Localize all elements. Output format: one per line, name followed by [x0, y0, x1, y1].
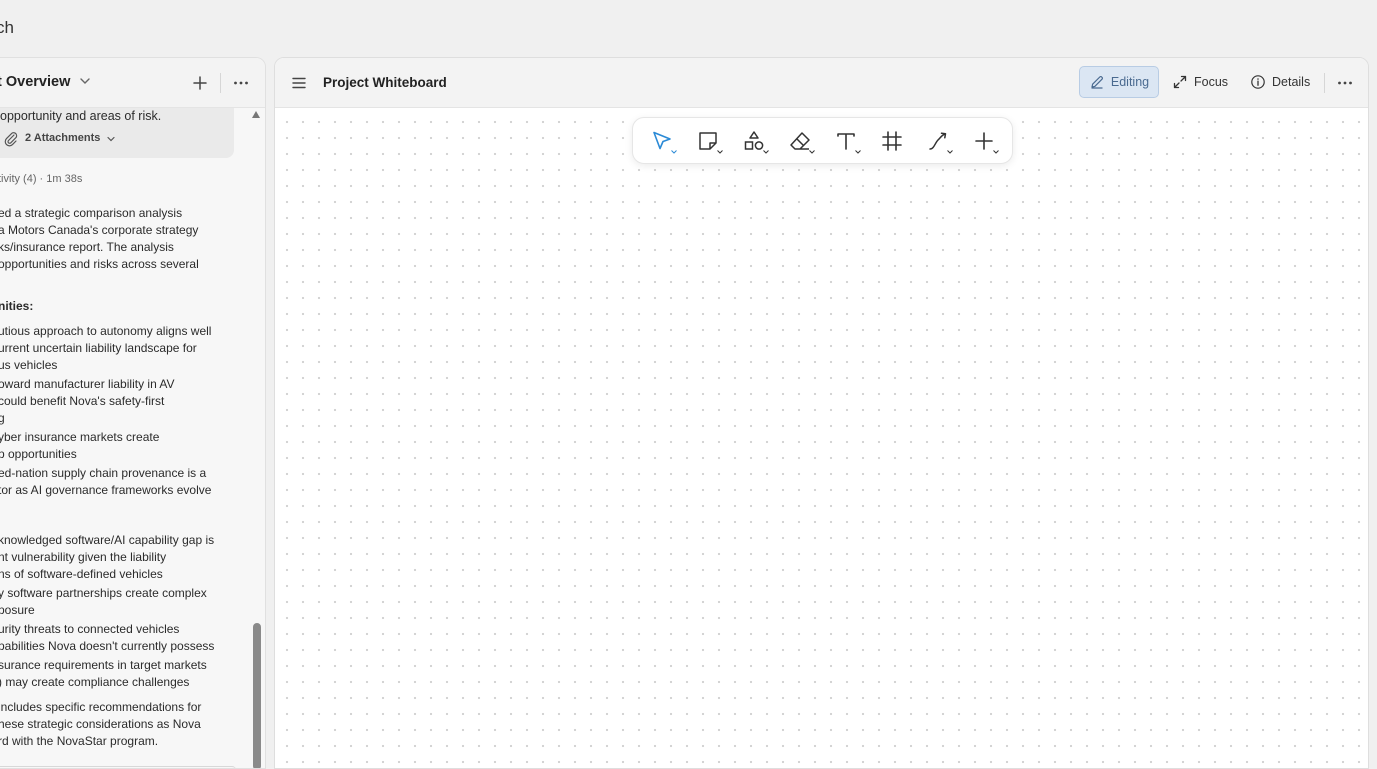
opportunities-heading: nities:	[0, 299, 34, 313]
text-line: knowledged software/AI capability gap is	[0, 533, 215, 547]
text-line: utious approach to autonomy aligns well	[0, 324, 212, 338]
chevron-down-icon[interactable]	[78, 74, 92, 88]
chevron-down-icon	[107, 136, 115, 141]
details-label: Details	[1272, 75, 1311, 89]
text-line: a Motors Canada's corporate strategy	[0, 223, 199, 237]
text-line: ed-nation supply chain provenance is a	[0, 466, 207, 480]
shapes-tool[interactable]	[737, 126, 771, 156]
editing-label: Editing	[1110, 75, 1150, 89]
sticky-note-tool[interactable]	[691, 126, 725, 156]
info-icon	[1251, 75, 1265, 89]
chevron-down-icon	[947, 150, 953, 154]
text-line: g	[0, 410, 5, 427]
chevron-down-icon	[855, 150, 861, 154]
text-line: opportunities and risks across several	[0, 257, 199, 271]
activity-summary[interactable]: tivity (4) · 1m 38s	[0, 171, 82, 188]
whiteboard-canvas[interactable]	[275, 108, 1368, 768]
chevron-down-icon	[671, 150, 677, 154]
attachments-toggle[interactable]: 2 Attachments	[3, 130, 116, 147]
connector-tool[interactable]	[921, 126, 955, 156]
app-title: ch	[0, 18, 14, 37]
whiteboard-title: Project Whiteboard	[323, 75, 447, 90]
text-line: ) may create compliance challenges	[0, 675, 190, 689]
header-divider	[1324, 73, 1325, 93]
text-line: hese strategic considerations as Nova	[0, 717, 201, 731]
details-button[interactable]: Details	[1250, 66, 1310, 98]
text-line: ed a strategic comparison analysis	[0, 206, 183, 220]
chat-content: opportunity and areas of risk. 2 Attachm…	[0, 108, 250, 768]
focus-button[interactable]: Focus	[1172, 66, 1228, 98]
left-panel: t Overview opportunity and areas of risk…	[0, 57, 266, 769]
drawing-toolbar	[632, 117, 1013, 164]
text-line: us vehicles	[0, 358, 58, 372]
text-line: includes specific recommendations for	[0, 700, 202, 714]
text-line: could benefit Nova's safety-first	[0, 394, 165, 408]
text-line: rd with the NovaStar program.	[0, 734, 159, 748]
text-line: posure	[0, 603, 35, 617]
text-line: surance requirements in target markets	[0, 658, 207, 672]
hamburger-menu-icon[interactable]	[290, 74, 308, 92]
text-line: yber insurance markets create	[0, 430, 160, 444]
scrollbar-thumb[interactable]	[253, 623, 261, 768]
chevron-down-icon	[993, 150, 999, 154]
chevron-down-icon	[717, 150, 723, 154]
text-line: urity threats to connected vehicles	[0, 622, 180, 636]
top-bar: ch	[0, 0, 1377, 57]
whiteboard-header: Project Whiteboard Editing Focus Details	[275, 58, 1368, 108]
header-divider	[220, 73, 221, 93]
eraser-tool[interactable]	[783, 126, 817, 156]
left-panel-header: t Overview	[0, 58, 265, 108]
paperclip-icon	[4, 131, 18, 146]
panel-title[interactable]: t Overview	[0, 74, 70, 90]
text-line: p opportunities	[0, 447, 77, 461]
text-line: tor as AI governance frameworks evolve	[0, 483, 212, 497]
text-line: urrent uncertain liability landscape for	[0, 341, 197, 355]
add-tool[interactable]	[967, 126, 1001, 156]
chevron-down-icon	[809, 150, 815, 154]
more-options-icon[interactable]	[231, 73, 251, 93]
text-line: ns of software-defined vehicles	[0, 567, 163, 581]
focus-label: Focus	[1194, 75, 1229, 89]
expand-icon	[1173, 75, 1187, 89]
more-options-icon[interactable]	[1335, 73, 1355, 93]
text-line: pabilities Nova doesn't currently posses…	[0, 639, 215, 653]
text-line: ks/insurance report. The analysis	[0, 240, 174, 254]
text-line: nt vulnerability given the liability	[0, 550, 167, 564]
text-tool[interactable]	[829, 126, 863, 156]
whiteboard-panel: Project Whiteboard Editing Focus Details	[274, 57, 1369, 769]
frame-hash-icon	[882, 131, 902, 151]
frame-tool[interactable]	[875, 126, 909, 156]
scroll-up-arrow[interactable]	[252, 111, 260, 118]
editing-button[interactable]: Editing	[1079, 66, 1159, 98]
message-text: opportunity and areas of risk.	[0, 109, 162, 123]
select-tool[interactable]	[645, 126, 679, 156]
add-button[interactable]	[190, 73, 210, 93]
attachments-label: 2 Attachments	[25, 132, 101, 144]
text-line: oward manufacturer liability in AV	[0, 377, 175, 391]
chevron-down-icon	[763, 150, 769, 154]
message-card: opportunity and areas of risk. 2 Attachm…	[0, 108, 234, 158]
text-line: y software partnerships create complex	[0, 586, 207, 600]
pencil-icon	[1091, 75, 1103, 89]
